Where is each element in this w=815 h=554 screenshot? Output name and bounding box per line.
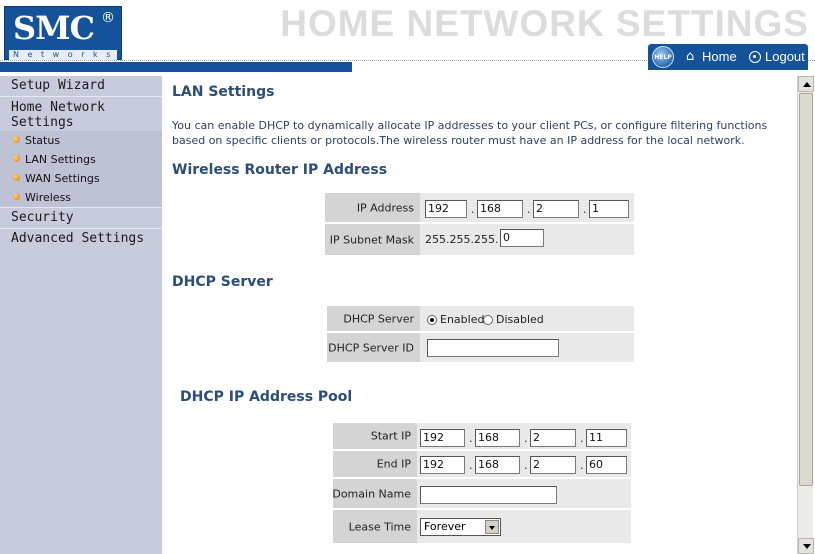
end-ip-label: End IP (333, 451, 417, 477)
header-nav: HELP ⌂ Home Logout (648, 44, 808, 70)
sidebar-subitem-label: LAN Settings (25, 153, 96, 166)
ip-octet-1-input[interactable]: 192 (425, 200, 467, 218)
bullet-icon (13, 136, 20, 143)
ip-address-row: IP Address 192 . 168 . 2 . 1 (325, 193, 634, 224)
sidebar-subitem-label: Wireless (25, 191, 72, 204)
ip-octet-4-input[interactable]: 1 (589, 200, 629, 218)
start-ip-value: 192 . 168 . 2 . 11 (417, 423, 631, 449)
end-ip-octet-2-input[interactable]: 168 (475, 456, 520, 474)
sidebar-subitem-label: Status (25, 134, 61, 147)
end-ip-octet-4-input[interactable]: 60 (586, 456, 627, 474)
main-content: LAN Settings You can enable DHCP to dyna… (162, 76, 797, 554)
sidebar-subitem-wireless[interactable]: Wireless (0, 188, 162, 207)
lease-time-label: Lease Time (333, 510, 417, 543)
ip-separator: . (580, 459, 584, 472)
logout-icon[interactable] (749, 51, 761, 63)
end-ip-octet-1-input[interactable]: 192 (420, 456, 465, 474)
dhcp-server-id-input[interactable] (427, 339, 559, 357)
logo-registered-mark: ® (101, 10, 115, 26)
sidebar-item-advanced-settings[interactable]: Advanced Settings (0, 229, 162, 249)
page-title: LAN Settings (172, 84, 275, 100)
sidebar-subitem-status[interactable]: Status (0, 131, 162, 150)
domain-name-value (417, 479, 631, 508)
router-ip-section-title: Wireless Router IP Address (172, 162, 388, 178)
subnet-mask-value: 255.255.255. 0 (420, 224, 634, 255)
sidebar-item-setup-wizard[interactable]: Setup Wizard (0, 76, 162, 96)
domain-name-input[interactable] (420, 486, 557, 504)
start-ip-label: Start IP (333, 423, 417, 449)
domain-name-row: Domain Name (332, 479, 631, 510)
ip-address-value: 192 . 168 . 2 . 1 (420, 193, 634, 222)
scrollbar-thumb[interactable] (799, 93, 813, 486)
lease-time-selected: Forever (424, 520, 466, 533)
subnet-mask-prefix: 255.255.255. (425, 233, 499, 246)
end-ip-octet-3-input[interactable]: 2 (530, 456, 576, 474)
lease-time-value: Forever (417, 510, 631, 543)
dhcp-disabled-radio[interactable] (483, 315, 493, 325)
logout-link[interactable]: Logout (765, 49, 805, 65)
dhcp-pool-section-title: DHCP IP Address Pool (180, 389, 353, 405)
page-header-title: HOME NETWORK SETTINGS (280, 3, 809, 44)
start-ip-octet-4-input[interactable]: 11 (586, 429, 627, 447)
dhcp-server-id-label: DHCP Server ID (327, 333, 420, 362)
sidebar-item-security[interactable]: Security (0, 208, 162, 228)
sidebar-subitem-lan-settings[interactable]: LAN Settings (0, 150, 162, 169)
chevron-down-icon[interactable] (485, 520, 499, 534)
bullet-icon (13, 193, 20, 200)
home-icon[interactable]: ⌂ (686, 50, 694, 64)
ip-separator: . (471, 203, 475, 216)
scroll-up-arrow-icon[interactable] (798, 76, 814, 92)
dhcp-server-id-row: DHCP Server ID (327, 333, 634, 362)
dhcp-disabled-label: Disabled (496, 313, 544, 326)
dhcp-server-section-title: DHCP Server (172, 274, 273, 290)
ip-separator: . (524, 459, 528, 472)
dhcp-server-table: DHCP Server Enabled Disabled DHCP Server… (327, 306, 634, 362)
end-ip-row: End IP 192 . 168 . 2 . 60 (333, 451, 631, 479)
home-link[interactable]: Home (702, 49, 737, 65)
content-scrollbar[interactable] (797, 76, 814, 554)
dhcp-server-id-value (420, 333, 634, 362)
end-ip-value: 192 . 168 . 2 . 60 (417, 451, 631, 477)
ip-separator: . (524, 432, 528, 445)
router-ip-table: IP Address 192 . 168 . 2 . 1 IP Subnet M… (325, 193, 634, 255)
subnet-mask-input[interactable]: 0 (500, 229, 544, 247)
lease-time-row: Lease Time Forever (333, 510, 631, 543)
dhcp-enabled-label: Enabled (440, 313, 485, 326)
logo-text: SMC (13, 9, 95, 47)
header-accent-bar (0, 62, 352, 72)
start-ip-octet-1-input[interactable]: 192 (420, 429, 465, 447)
start-ip-row: Start IP 192 . 168 . 2 . 11 (333, 423, 631, 451)
dhcp-server-label: DHCP Server (327, 306, 420, 331)
logo-subtitle: N e t w o r k s (9, 50, 117, 60)
subnet-mask-label: IP Subnet Mask (325, 224, 420, 255)
ip-address-label: IP Address (325, 193, 420, 222)
start-ip-octet-3-input[interactable]: 2 (530, 429, 576, 447)
header: SMC ® N e t w o r k s HOME NETWORK SETTI… (0, 0, 815, 76)
ip-separator: . (469, 432, 473, 445)
bullet-icon (13, 174, 20, 181)
sidebar: Setup Wizard Home Network Settings Statu… (0, 76, 162, 554)
ip-separator: . (580, 432, 584, 445)
bullet-icon (13, 155, 20, 162)
domain-name-label: Domain Name (332, 479, 417, 508)
dhcp-server-row: DHCP Server Enabled Disabled (327, 306, 634, 333)
dhcp-pool-table: Start IP 192 . 168 . 2 . 11 End IP 192 .… (332, 423, 631, 543)
ip-separator: . (583, 203, 587, 216)
ip-octet-3-input[interactable]: 2 (533, 200, 579, 218)
ip-separator: . (527, 203, 531, 216)
start-ip-octet-2-input[interactable]: 168 (475, 429, 520, 447)
subnet-mask-row: IP Subnet Mask 255.255.255. 0 (325, 224, 634, 255)
help-icon[interactable]: HELP (652, 46, 674, 68)
lease-time-select[interactable]: Forever (420, 518, 501, 536)
dhcp-enabled-radio[interactable] (427, 315, 437, 325)
sidebar-item-home-network-settings[interactable]: Home Network Settings (0, 97, 162, 131)
sidebar-subitem-label: WAN Settings (25, 172, 100, 185)
sidebar-subitem-wan-settings[interactable]: WAN Settings (0, 169, 162, 188)
intro-text: You can enable DHCP to dynamically alloc… (172, 119, 768, 147)
ip-separator: . (469, 459, 473, 472)
ip-octet-2-input[interactable]: 168 (477, 200, 523, 218)
scroll-down-arrow-icon[interactable] (798, 538, 814, 554)
dhcp-server-value: Enabled Disabled (420, 306, 634, 331)
smc-logo: SMC ® N e t w o r k s (4, 6, 122, 60)
